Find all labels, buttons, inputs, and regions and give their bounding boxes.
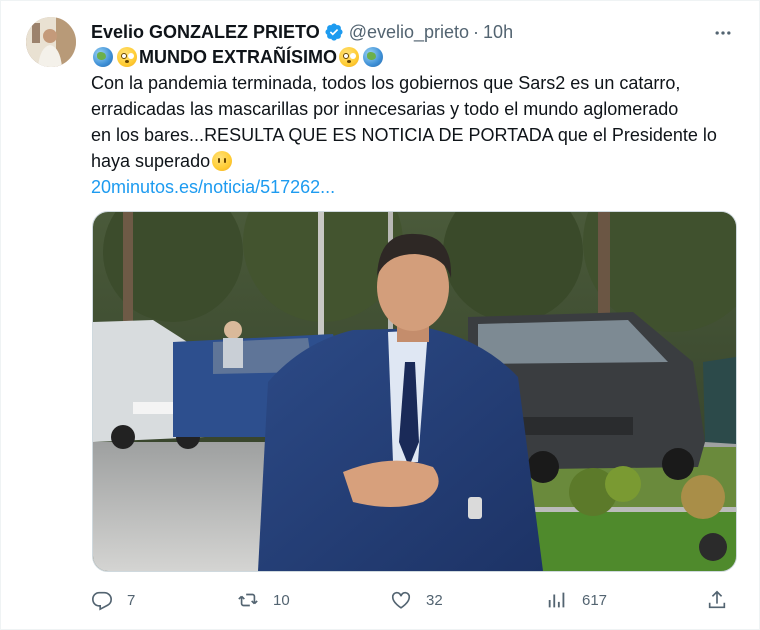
tweet-timestamp[interactable]: 10h: [483, 22, 513, 43]
views-icon: [548, 592, 565, 608]
reply-count: 7: [127, 591, 136, 609]
more-icon[interactable]: [711, 23, 735, 43]
article-link[interactable]: 20minutos.es/noticia/517262...: [91, 177, 335, 197]
retweet-icon: [238, 593, 258, 607]
retweet-count: 10: [273, 591, 290, 609]
separator-dot: ·: [473, 21, 480, 42]
no-mouth-face-emoji-icon: [212, 151, 233, 171]
globe-emoji-icon: [93, 47, 113, 67]
reply-button[interactable]: 7: [91, 587, 135, 613]
tweet-headline: MUNDO EXTRAÑÍSIMO: [91, 44, 741, 70]
share-button[interactable]: [706, 587, 728, 613]
tweet-photo[interactable]: [92, 211, 737, 572]
like-count: 32: [426, 591, 443, 609]
views-button[interactable]: 617: [546, 587, 607, 613]
headline-text: MUNDO EXTRAÑÍSIMO: [139, 47, 337, 67]
author-handle[interactable]: @evelio_prieto: [349, 22, 469, 43]
verified-badge-icon: [324, 22, 344, 42]
like-button[interactable]: 32: [390, 587, 443, 613]
body-line-4-wrap: haya superado: [91, 148, 741, 174]
action-bar: 7 10 32 617: [91, 587, 729, 613]
body-line-4: haya superado: [91, 151, 211, 171]
retweet-button[interactable]: 10: [237, 587, 290, 613]
avatar[interactable]: [26, 17, 76, 67]
like-icon: [391, 591, 411, 609]
body-line-3: en los bares...RESULTA QUE ES NOTICIA DE…: [91, 125, 717, 145]
globe-emoji-icon: [363, 47, 383, 67]
body-line-1: Con la pandemia terminada, todos los gob…: [91, 73, 681, 93]
flushed-face-emoji-icon: [339, 47, 359, 67]
flushed-face-emoji-icon: [117, 47, 137, 67]
tweet-text: MUNDO EXTRAÑÍSIMO Con la pandemia termin…: [91, 44, 741, 200]
tweet-card[interactable]: Evelio GONZALEZ PRIETO @evelio_prieto · …: [0, 0, 760, 630]
tweet-header: Evelio GONZALEZ PRIETO @evelio_prieto · …: [91, 19, 739, 45]
reply-icon: [92, 591, 112, 611]
share-icon: [708, 590, 726, 609]
author-name[interactable]: Evelio GONZALEZ PRIETO: [91, 22, 320, 43]
body-line-2: erradicadas las mascarillas por innecesa…: [91, 99, 679, 119]
views-count: 617: [582, 591, 608, 609]
